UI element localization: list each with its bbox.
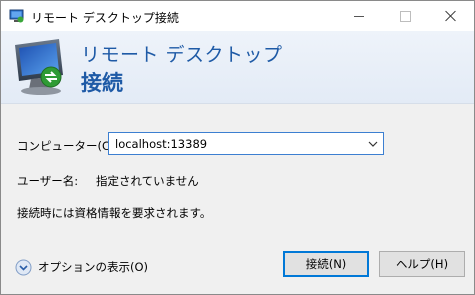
credentials-note: 接続時には資格情報を要求されます。 <box>17 206 212 220</box>
remote-desktop-icon <box>9 9 24 23</box>
window-title: リモート デスクトップ接続 <box>31 11 179 25</box>
computer-label: コンピューター(C): <box>17 139 119 153</box>
minimize-button[interactable] <box>336 1 382 31</box>
close-icon <box>445 10 457 22</box>
banner-title-line2: 接続 <box>81 71 123 95</box>
minimize-icon <box>354 15 364 17</box>
remote-desktop-icon <box>15 39 63 95</box>
chevron-down-circle-icon[interactable] <box>15 259 32 276</box>
maximize-icon <box>399 10 411 22</box>
computer-combobox[interactable]: localhost:13389 <box>108 132 384 155</box>
connect-button[interactable]: 接続(N) <box>283 251 369 277</box>
title-bar[interactable]: リモート デスクトップ接続 <box>1 1 474 31</box>
maximize-button[interactable] <box>382 1 428 31</box>
close-button[interactable] <box>428 1 474 31</box>
chevron-down-icon[interactable] <box>367 138 379 150</box>
username-value: 指定されていません <box>96 174 199 188</box>
rdp-window: リモート デスクトップ接続 リモート デスクトップ 接続 コンピューター(C):… <box>0 0 475 295</box>
show-options-toggle[interactable]: オプションの表示(O) <box>15 258 148 276</box>
help-button[interactable]: ヘルプ(H) <box>379 251 465 277</box>
header-banner: リモート デスクトップ 接続 <box>1 31 474 104</box>
computer-input[interactable]: localhost:13389 <box>115 137 207 151</box>
banner-title-line1: リモート デスクトップ <box>81 44 283 66</box>
show-options-label[interactable]: オプションの表示(O) <box>38 259 148 275</box>
username-label: ユーザー名: <box>17 174 79 188</box>
